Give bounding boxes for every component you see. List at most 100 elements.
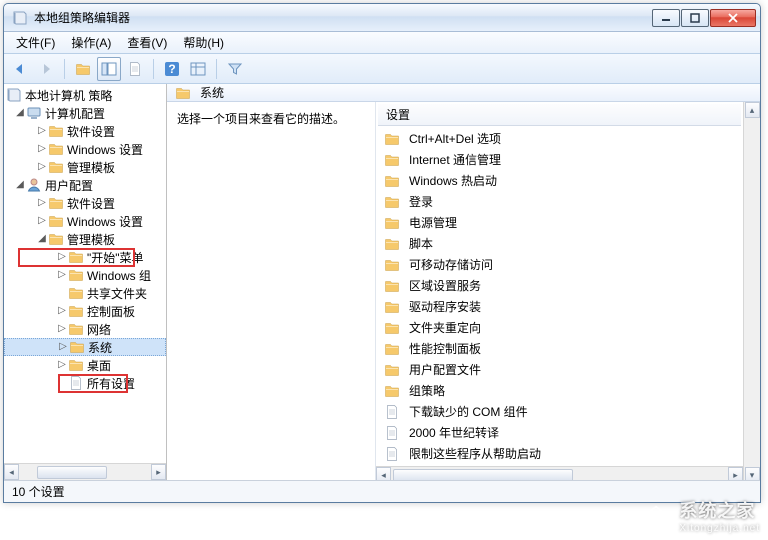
collapse-icon[interactable]: ◢ [14,179,26,191]
menu-action[interactable]: 操作(A) [63,32,119,53]
list-item[interactable]: 可移动存储访问 [378,254,741,275]
details-title: 系统 [200,84,224,101]
folder-icon [384,236,400,252]
list-item-label: 区域设置服务 [409,277,481,294]
help-button[interactable]: ? [160,57,184,81]
menu-view[interactable]: 查看(V) [119,32,175,53]
window: 本地组策略编辑器 文件(F) 操作(A) 查看(V) 帮助(H) ? [3,3,761,503]
tree-item[interactable]: 所有设置 [4,374,166,392]
tree-label: 计算机配置 [45,105,105,122]
list-item[interactable]: Ctrl+Alt+Del 选项 [378,128,741,149]
titlebar[interactable]: 本地组策略编辑器 [4,4,760,32]
expand-icon[interactable]: ▷ [36,143,48,155]
column-header-setting[interactable]: 设置 [378,104,741,126]
list-item[interactable]: 登录 [378,191,741,212]
tree-item[interactable]: ▷ 桌面 [4,356,166,374]
folder-icon [175,85,191,101]
tree-hscrollbar[interactable]: ◂ ▸ [4,463,166,480]
tree-system[interactable]: ▷系统 [4,338,166,356]
tree-computer-config[interactable]: ◢ 计算机配置 [4,104,166,122]
scroll-down-button[interactable]: ▾ [745,467,760,480]
tree-item[interactable]: ▷控制面板 [4,302,166,320]
list-hscrollbar[interactable]: ◂ ▸ [376,466,743,480]
list-item[interactable]: 电源管理 [378,212,741,233]
list-item[interactable]: 性能控制面板 [378,338,741,359]
list-item[interactable]: 限制这些程序从帮助启动 [378,443,741,464]
folder-icon [48,159,64,175]
tree-root[interactable]: 本地计算机 策略 [4,86,166,104]
list-item[interactable]: 2000 年世纪转译 [378,422,741,443]
tree-item[interactable]: 共享文件夹 [4,284,166,302]
expand-icon[interactable]: ▷ [36,161,48,173]
tree-item[interactable]: ▷网络 [4,320,166,338]
list-item-label: 电源管理 [409,214,457,231]
expand-icon[interactable]: ▷ [36,215,48,227]
expand-icon[interactable]: ▷ [56,269,68,281]
watermark-url: Xitongzhija.net [679,523,760,534]
list-vscrollbar[interactable]: ▴ ▾ [743,102,760,480]
tree-label: 桌面 [87,357,111,374]
expand-icon[interactable]: ▷ [56,323,68,335]
scroll-left-button[interactable]: ◂ [376,467,391,480]
folder-icon [48,195,64,211]
expand-icon[interactable]: ▷ [57,341,69,353]
scroll-right-button[interactable]: ▸ [728,467,743,480]
expand-icon[interactable]: ▷ [36,197,48,209]
maximize-button[interactable] [681,9,709,27]
tree-item[interactable]: ▷"开始"菜单 [4,248,166,266]
tree-label: 管理模板 [67,231,115,248]
list-item[interactable]: Internet 通信管理 [378,149,741,170]
app-icon [12,10,28,26]
show-tree-button[interactable] [97,57,121,81]
list-item[interactable]: Windows 热启动 [378,170,741,191]
tree-label: 用户配置 [45,177,93,194]
properties-button[interactable] [123,57,147,81]
view-options-button[interactable] [186,57,210,81]
expand-icon[interactable]: ▷ [36,125,48,137]
folder-icon [384,278,400,294]
tree-pane[interactable]: 本地计算机 策略 ◢ 计算机配置 ▷软件设置 ▷Windows 设置 [4,84,167,480]
tree-item[interactable]: ▷管理模板 [4,158,166,176]
expand-icon[interactable]: ▷ [56,305,68,317]
filter-button[interactable] [223,57,247,81]
tree-admin-templates[interactable]: ◢ 管理模板 [4,230,166,248]
folder-icon [384,383,400,399]
collapse-icon[interactable]: ◢ [14,107,26,119]
tree-user-config[interactable]: ◢ 用户配置 [4,176,166,194]
expand-icon[interactable]: ▷ [56,359,68,371]
list-item[interactable]: 文件夹重定向 [378,317,741,338]
back-button[interactable] [8,57,32,81]
up-button[interactable] [71,57,95,81]
folder-icon [68,321,84,337]
list-item[interactable]: 驱动程序安装 [378,296,741,317]
tree-item[interactable]: ▷Windows 组 [4,266,166,284]
list-item[interactable]: 区域设置服务 [378,275,741,296]
tree-item[interactable]: ▷Windows 设置 [4,140,166,158]
list-item[interactable]: 组策略 [378,380,741,401]
scroll-thumb[interactable] [393,469,573,481]
watermark-logo-icon [639,501,673,531]
scroll-thumb[interactable] [37,466,107,479]
list-item[interactable]: 脚本 [378,233,741,254]
status-text: 10 个设置 [12,483,65,500]
forward-button[interactable] [34,57,58,81]
menu-help[interactable]: 帮助(H) [175,32,232,53]
tree-item[interactable]: ▷Windows 设置 [4,212,166,230]
minimize-button[interactable] [652,9,680,27]
list-item-label: 2000 年世纪转译 [409,424,499,441]
menu-file[interactable]: 文件(F) [8,32,63,53]
computer-icon [26,105,42,121]
close-button[interactable] [710,9,756,27]
collapse-icon[interactable]: ◢ [36,233,48,245]
scroll-left-button[interactable]: ◂ [4,464,19,480]
list-item[interactable]: 下载缺少的 COM 组件 [378,401,741,422]
settings-items[interactable]: Ctrl+Alt+Del 选项Internet 通信管理Windows 热启动登… [376,126,743,466]
tree-item[interactable]: ▷软件设置 [4,194,166,212]
list-item[interactable]: 用户配置文件 [378,359,741,380]
tree-item[interactable]: ▷软件设置 [4,122,166,140]
expand-icon[interactable]: ▷ [56,251,68,263]
scroll-right-button[interactable]: ▸ [151,464,166,480]
scroll-up-button[interactable]: ▴ [745,102,760,118]
folder-icon [384,194,400,210]
folder-icon [68,249,84,265]
